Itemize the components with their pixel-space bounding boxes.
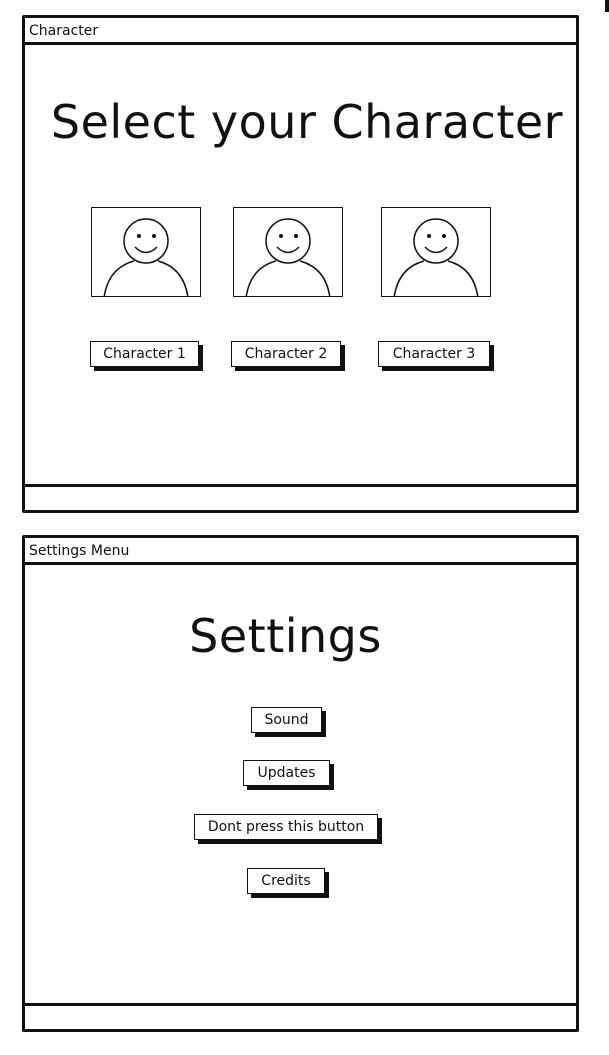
character-3-button[interactable]: Character 3 (378, 341, 490, 367)
page-title: Select your Character (50, 95, 564, 149)
window-statusbar (25, 484, 576, 510)
character-window: Character Select your Character Characte… (22, 15, 579, 513)
credits-button[interactable]: Credits (247, 868, 325, 894)
dont-press-button[interactable]: Dont press this button (194, 814, 378, 840)
edge-mark (605, 0, 609, 12)
settings-window: Settings Menu Settings Sound Updates Don… (22, 535, 579, 1032)
window-statusbar (25, 1003, 576, 1029)
character-2-button[interactable]: Character 2 (231, 341, 341, 367)
person-icon (245, 218, 331, 296)
window-title: Character (29, 23, 99, 39)
sound-button[interactable]: Sound (251, 707, 322, 733)
window-title: Settings Menu (29, 543, 130, 559)
character-1-portrait (91, 207, 201, 297)
person-icon (393, 218, 479, 296)
window-titlebar: Character (25, 18, 576, 45)
character-3-portrait (381, 207, 491, 297)
person-icon (103, 218, 189, 296)
character-1-button[interactable]: Character 1 (90, 341, 199, 367)
window-titlebar: Settings Menu (25, 538, 576, 565)
character-2-portrait (233, 207, 343, 297)
page-title: Settings (189, 609, 382, 663)
updates-button[interactable]: Updates (243, 760, 330, 786)
